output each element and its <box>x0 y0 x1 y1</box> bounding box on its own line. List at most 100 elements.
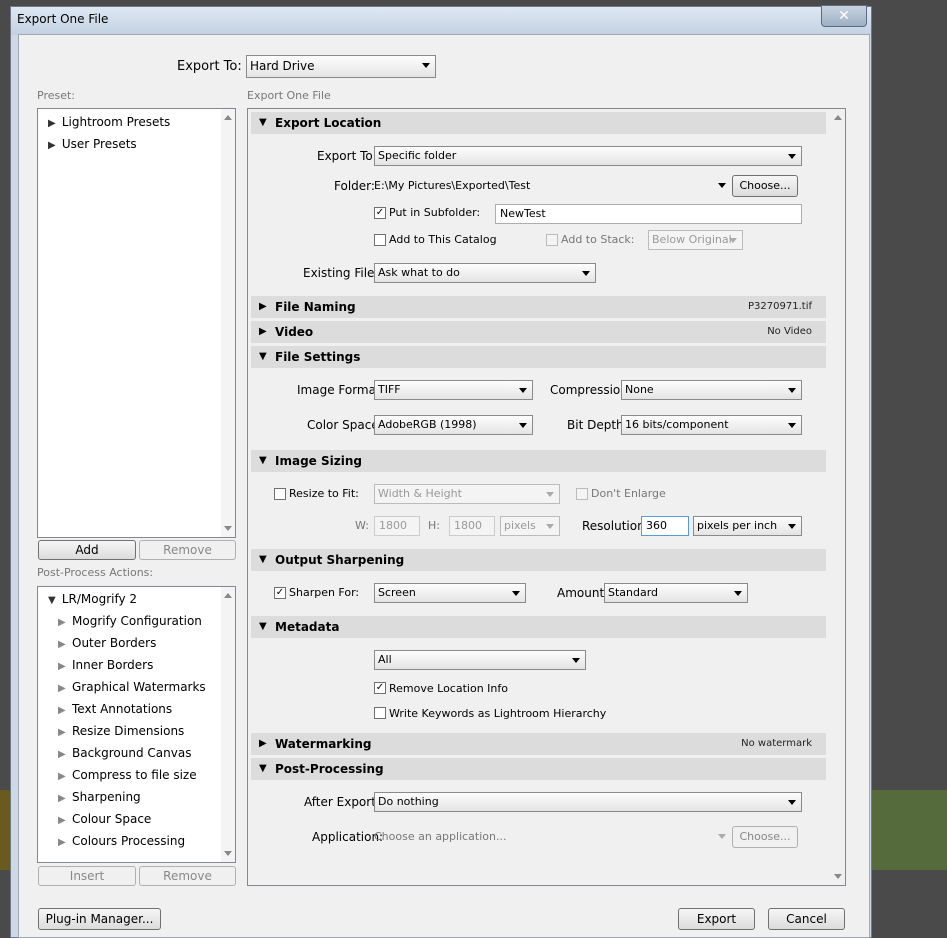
post-process-item-label: Inner Borders <box>72 658 154 672</box>
height-input[interactable]: 1800 <box>449 516 495 536</box>
format-label: Image Format: <box>297 383 385 397</box>
application-label: Application: <box>312 830 384 844</box>
sharpen-checkbox[interactable]: ✓ <box>274 587 286 599</box>
existing-files-dropdown[interactable]: Ask what to do <box>374 263 596 283</box>
post-process-item[interactable]: ▶ Mogrify Configuration <box>58 614 202 628</box>
units-dropdown[interactable]: pixels <box>500 516 560 536</box>
expand-arrow-icon[interactable]: ▶ <box>259 733 267 755</box>
post-process-item[interactable]: ▶ Outer Borders <box>58 636 156 650</box>
expand-arrow-icon[interactable]: ▶ <box>58 683 68 694</box>
resolution-input[interactable]: 360 <box>641 516 689 536</box>
width-label: W: <box>355 519 369 532</box>
expand-arrow-icon[interactable]: ▶ <box>58 705 68 716</box>
remove-preset-button[interactable]: Remove <box>139 540 236 560</box>
scroll-down-icon[interactable] <box>224 851 232 856</box>
preset-user[interactable]: ▶ User Presets <box>48 137 137 151</box>
section-metadata[interactable]: ▼ Metadata <box>251 616 826 638</box>
add-preset-button[interactable]: Add <box>38 540 136 560</box>
insert-button[interactable]: Insert <box>38 866 136 886</box>
section-export-location[interactable]: ▼ Export Location <box>251 112 826 134</box>
post-process-item[interactable]: ▶ Graphical Watermarks <box>58 680 206 694</box>
settings-scrollbar[interactable] <box>831 109 845 885</box>
post-process-item[interactable]: ▶ Resize Dimensions <box>58 724 184 738</box>
section-video[interactable]: ▶ Video No Video <box>251 321 826 343</box>
post-process-item[interactable]: ▶ Colour Space <box>58 812 151 826</box>
close-button[interactable]: ✕ <box>821 5 867 27</box>
expand-arrow-icon[interactable]: ▶ <box>259 321 267 343</box>
dont-enlarge-checkbox[interactable] <box>576 488 588 500</box>
post-process-item[interactable]: ▶ Colours Processing <box>58 834 185 848</box>
scroll-down-icon[interactable] <box>834 874 842 879</box>
expand-arrow-icon[interactable]: ▶ <box>58 661 68 672</box>
collapse-arrow-icon[interactable]: ▼ <box>259 616 267 638</box>
expand-arrow-icon[interactable]: ▶ <box>259 296 267 318</box>
preset-scrollbar[interactable] <box>221 109 235 537</box>
expand-arrow-icon[interactable]: ▶ <box>58 771 68 782</box>
post-process-scrollbar[interactable] <box>221 587 235 862</box>
subfolder-input[interactable]: NewTest <box>495 204 802 224</box>
expand-arrow-icon[interactable]: ▶ <box>58 837 68 848</box>
section-output-sharpening[interactable]: ▼ Output Sharpening <box>251 549 826 571</box>
scroll-up-icon[interactable] <box>224 593 232 598</box>
application-input[interactable]: Choose an application... <box>374 830 506 843</box>
stack-dropdown[interactable]: Below Original <box>648 230 743 250</box>
folder-dropdown-icon[interactable] <box>718 183 726 188</box>
post-process-item[interactable]: ▶ Text Annotations <box>58 702 172 716</box>
amount-dropdown[interactable]: Standard <box>604 583 748 603</box>
metadata-dropdown[interactable]: All <box>374 650 586 670</box>
collapse-arrow-icon[interactable]: ▼ <box>48 595 58 606</box>
post-process-item[interactable]: ▶ Inner Borders <box>58 658 153 672</box>
sharpen-dropdown[interactable]: Screen <box>374 583 526 603</box>
expand-arrow-icon[interactable]: ▶ <box>58 749 68 760</box>
export-button[interactable]: Export <box>678 908 755 930</box>
add-catalog-checkbox[interactable] <box>374 234 386 246</box>
remove-action-button[interactable]: Remove <box>139 866 236 886</box>
preset-lightroom[interactable]: ▶ Lightroom Presets <box>48 115 170 129</box>
collapse-arrow-icon[interactable]: ▼ <box>259 758 267 780</box>
post-process-item[interactable]: ▶ Compress to file size <box>58 768 197 782</box>
collapse-arrow-icon[interactable]: ▼ <box>259 112 267 134</box>
bitdepth-dropdown[interactable]: 16 bits/component <box>621 415 802 435</box>
expand-arrow-icon[interactable]: ▶ <box>58 639 68 650</box>
post-process-item[interactable]: ▶ Sharpening <box>58 790 141 804</box>
format-dropdown[interactable]: TIFF <box>374 380 533 400</box>
cancel-button[interactable]: Cancel <box>768 908 845 930</box>
post-process-root[interactable]: ▼ LR/Mogrify 2 <box>48 592 137 606</box>
resolution-units-dropdown[interactable]: pixels per inch <box>693 516 802 536</box>
expand-arrow-icon[interactable]: ▶ <box>48 118 58 129</box>
expand-arrow-icon[interactable]: ▶ <box>58 727 68 738</box>
export-to-dropdown[interactable]: Hard Drive <box>246 55 436 78</box>
subfolder-checkbox[interactable]: ✓ <box>374 207 386 219</box>
collapse-arrow-icon[interactable]: ▼ <box>259 450 267 472</box>
section-post-processing[interactable]: ▼ Post-Processing <box>251 758 826 780</box>
expand-arrow-icon[interactable]: ▶ <box>48 140 58 151</box>
width-input[interactable]: 1800 <box>374 516 420 536</box>
scroll-down-icon[interactable] <box>224 526 232 531</box>
expand-arrow-icon[interactable]: ▶ <box>58 815 68 826</box>
folder-choose-button[interactable]: Choose... <box>732 175 798 197</box>
scroll-up-icon[interactable] <box>834 115 842 120</box>
section-image-sizing[interactable]: ▼ Image Sizing <box>251 450 826 472</box>
section-file-settings[interactable]: ▼ File Settings <box>251 346 826 368</box>
after-export-dropdown[interactable]: Do nothing <box>374 792 802 812</box>
resize-dropdown[interactable]: Width & Height <box>374 484 560 504</box>
scroll-up-icon[interactable] <box>224 115 232 120</box>
section-watermarking[interactable]: ▶ Watermarking No watermark <box>251 733 826 755</box>
collapse-arrow-icon[interactable]: ▼ <box>259 346 267 368</box>
write-keywords-checkbox[interactable] <box>374 707 386 719</box>
post-process-item[interactable]: ▶ Background Canvas <box>58 746 191 760</box>
expand-arrow-icon[interactable]: ▶ <box>58 617 68 628</box>
section-file-naming[interactable]: ▶ File Naming P3270971.tif <box>251 296 826 318</box>
remove-location-checkbox[interactable]: ✓ <box>374 682 386 694</box>
el-export-to-dropdown[interactable]: Specific folder <box>374 146 802 166</box>
expand-arrow-icon[interactable]: ▶ <box>58 793 68 804</box>
colorspace-dropdown[interactable]: AdobeRGB (1998) <box>374 415 533 435</box>
plugin-manager-button[interactable]: Plug-in Manager... <box>38 908 161 930</box>
folder-path[interactable]: E:\My Pictures\Exported\Test <box>374 179 530 192</box>
resize-checkbox[interactable] <box>274 488 286 500</box>
application-choose-button[interactable]: Choose... <box>732 826 798 848</box>
application-dropdown-icon[interactable] <box>718 834 726 839</box>
compression-dropdown[interactable]: None <box>621 380 802 400</box>
collapse-arrow-icon[interactable]: ▼ <box>259 549 267 571</box>
add-stack-checkbox[interactable] <box>546 234 558 246</box>
